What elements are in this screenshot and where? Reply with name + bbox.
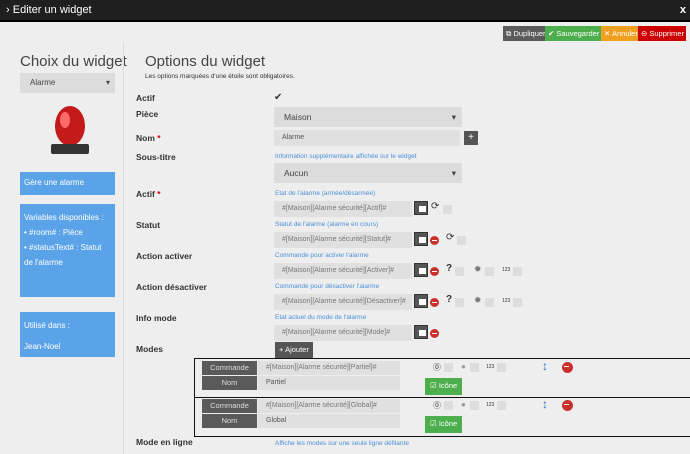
- remove-mode-icon[interactable]: [562, 400, 573, 411]
- number-icon: 123: [502, 298, 511, 304]
- question-icon[interactable]: ?: [446, 263, 452, 274]
- main-subtitle: Les options marquées d'une étoile sont o…: [145, 73, 295, 80]
- help-desactiver: Commande pour désactiver l'alarme: [275, 283, 380, 290]
- label-actif2: Actif *: [136, 189, 161, 199]
- save-button[interactable]: ✔ Sauvegarder: [545, 26, 603, 41]
- left-title: Choix du widget: [20, 53, 127, 70]
- number-icon: 123: [486, 364, 495, 370]
- nom-input[interactable]: Alarme: [274, 130, 460, 146]
- remove-icon[interactable]: [430, 236, 439, 245]
- checkbox[interactable]: [455, 298, 464, 307]
- remove-mode-icon[interactable]: [562, 362, 573, 373]
- move-icon[interactable]: ↕: [542, 359, 548, 373]
- label-actif: Actif: [136, 93, 155, 103]
- checkbox[interactable]: [497, 363, 506, 372]
- soustitre-select[interactable]: Aucun ▾: [274, 163, 462, 183]
- number-icon: 123: [486, 402, 495, 408]
- help-infomode: Etat actuel du mode de l'alarme: [275, 314, 367, 321]
- checkbox[interactable]: [485, 298, 494, 307]
- label-modes: Modes: [136, 344, 163, 354]
- checkbox[interactable]: [497, 401, 506, 410]
- mode-nom-input[interactable]: Partiel: [258, 376, 400, 390]
- main-title: Options du widget: [145, 53, 266, 70]
- gear-icon[interactable]: ✹: [474, 264, 482, 275]
- select-cmd-icon[interactable]: [414, 201, 428, 215]
- remove-icon[interactable]: [430, 267, 439, 276]
- window-title: Editer un widget: [12, 4, 92, 16]
- select-cmd-icon[interactable]: [414, 232, 428, 246]
- help-circle-icon[interactable]: ⓪: [433, 400, 441, 411]
- checkbox[interactable]: [457, 236, 466, 245]
- used-in-box: Utilisé dans : Jean-Noel: [20, 312, 115, 357]
- select-cmd-icon[interactable]: [414, 263, 428, 277]
- activer-input[interactable]: #[Maison][Alarme sécurité][Activer]#: [274, 263, 412, 279]
- remove-icon[interactable]: [430, 329, 439, 338]
- help-modeligne: Affiche les modes sur une seule ligne dé…: [275, 440, 409, 447]
- duplicate-button[interactable]: ⧉ Dupliquer: [503, 26, 549, 41]
- widget-select[interactable]: Alarme ▾: [20, 73, 115, 93]
- label-nom: Nom *: [136, 133, 161, 143]
- siren-icon: [51, 106, 89, 154]
- cancel-button[interactable]: ✕ Annuler: [601, 26, 641, 41]
- label-modeligne: Mode en ligne: [136, 437, 193, 447]
- help-soustitre: Information supplémentaire affichée sur …: [275, 153, 417, 160]
- icon-button[interactable]: ☑ Icône: [425, 416, 463, 433]
- label-piece: Pièce: [136, 109, 159, 119]
- question-icon[interactable]: ?: [446, 294, 452, 305]
- help-activer: Commande pour activer l'alarme: [275, 252, 369, 259]
- move-icon[interactable]: ↕: [542, 397, 548, 411]
- actif2-input[interactable]: #[Maison][Alarme sécurité][Actif]#: [274, 201, 412, 217]
- nom-label: Nom: [202, 414, 257, 428]
- checkbox[interactable]: [513, 298, 522, 307]
- checkbox[interactable]: [444, 363, 453, 372]
- select-cmd-icon[interactable]: [414, 325, 428, 339]
- mode-commande-input[interactable]: #[Maison][Alarme sécurité][Partiel]#: [258, 361, 400, 375]
- select-cmd-icon[interactable]: [414, 294, 428, 308]
- mode-commande-input[interactable]: #[Maison][Alarme sécurité][Global]#: [258, 399, 400, 413]
- help-circle-icon[interactable]: ⓪: [433, 362, 441, 373]
- title-bar: › Editer un widget x: [0, 0, 690, 22]
- close-icon[interactable]: x: [680, 0, 686, 21]
- remove-icon[interactable]: [430, 298, 439, 307]
- label-statut: Statut: [136, 220, 161, 230]
- checkbox[interactable]: [485, 267, 494, 276]
- checkbox[interactable]: [470, 363, 479, 372]
- label-activer: Action activer: [136, 251, 193, 261]
- plus-icon[interactable]: +: [464, 131, 478, 145]
- commande-label: Commande: [202, 399, 257, 413]
- checkbox[interactable]: [443, 205, 452, 214]
- desactiver-input[interactable]: #[Maison][Alarme sécurité][Désactiver]#: [274, 294, 412, 310]
- actif-checkbox[interactable]: ✔: [274, 92, 282, 103]
- checkbox[interactable]: [513, 267, 522, 276]
- checkbox[interactable]: [444, 401, 453, 410]
- number-icon: 123: [502, 267, 511, 273]
- label-infomode: Info mode: [136, 313, 177, 323]
- refresh-icon[interactable]: ⟳: [446, 232, 454, 243]
- checkbox[interactable]: [455, 267, 464, 276]
- infomode-input[interactable]: #[Maison][Alarme sécurité][Mode]#: [274, 325, 412, 341]
- label-desactiver: Action désactiver: [136, 282, 207, 292]
- label-soustitre: Sous-titre: [136, 152, 176, 162]
- refresh-icon[interactable]: ⟳: [431, 201, 439, 212]
- commande-label: Commande: [202, 361, 257, 375]
- icon-button[interactable]: ☑ Icône: [425, 378, 463, 395]
- nom-label: Nom: [202, 376, 257, 390]
- checkbox[interactable]: [470, 401, 479, 410]
- variables-box: Variables disponibles : • #room# : Pièce •…: [20, 204, 115, 297]
- gear-icon[interactable]: ✹: [474, 295, 482, 306]
- gear-icon[interactable]: ●: [461, 362, 466, 371]
- help-statut: Statut de l'alarme (alarme en cours): [275, 221, 379, 228]
- piece-select[interactable]: Maison ▾: [274, 107, 462, 127]
- gear-icon[interactable]: ●: [461, 400, 466, 409]
- description-box: Gère une alarme: [20, 172, 115, 195]
- statut-input[interactable]: #[Maison][Alarme sécurité][Statut]#: [274, 232, 412, 248]
- help-actif2: Etat de l'alarme (armée/désarmée): [275, 190, 376, 197]
- add-mode-button[interactable]: + Ajouter: [275, 342, 313, 358]
- mode-nom-input[interactable]: Global: [258, 414, 400, 428]
- delete-button[interactable]: ⊖ Supprimer: [638, 26, 686, 41]
- divider: [123, 42, 124, 454]
